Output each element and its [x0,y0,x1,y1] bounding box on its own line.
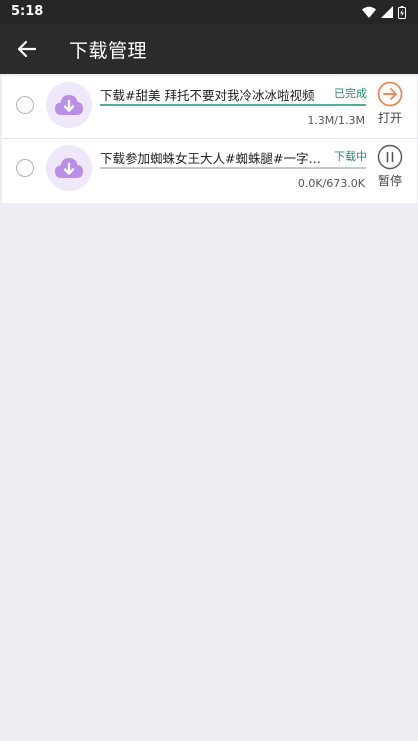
arrow-right-circle-icon [377,81,403,107]
signal-icon [381,6,393,18]
open-button-label: 打开 [377,111,402,125]
download-thumbnail [46,145,92,191]
status-bar: 5:18 [0,0,418,24]
download-list: 下载#甜美 拜托不要对我冷冰冰啦视频 已完成 1.3M/1.3M 打开 下载参加… [2,76,417,203]
download-item[interactable]: 下载参加蜘蛛女王大人#蜘蛛腿#一字马#... 下载中 0.0K/673.0K 暂… [2,139,417,203]
arrow-left-icon[interactable] [14,36,40,62]
progress-bar [100,104,366,106]
pause-circle-icon [377,144,403,170]
open-button[interactable]: 打开 [373,81,407,126]
status-badge: 已完成 [334,87,367,100]
cloud-download-icon [55,158,83,178]
pause-button[interactable]: 暂停 [373,144,407,189]
download-title: 下载参加蜘蛛女王大人#蜘蛛腿#一字马#... [100,151,322,166]
progress-fill [100,104,366,106]
cloud-download-icon [55,95,83,115]
page-title: 下载管理 [69,40,148,62]
select-checkbox[interactable] [16,96,34,114]
select-checkbox[interactable] [16,159,34,177]
file-size: 1.3M/1.3M [307,114,365,127]
progress-bar [100,167,366,169]
wifi-icon [362,6,376,18]
download-item[interactable]: 下载#甜美 拜托不要对我冷冰冰啦视频 已完成 1.3M/1.3M 打开 [2,76,417,139]
status-time: 5:18 [11,4,44,19]
file-size: 0.0K/673.0K [297,177,365,190]
download-title: 下载#甜美 拜托不要对我冷冰冰啦视频 [100,88,315,103]
status-badge: 下载中 [334,150,367,163]
app-bar: 下载管理 [0,24,418,74]
battery-icon [398,5,406,19]
pause-button-label: 暂停 [377,174,402,188]
status-icons [362,5,406,19]
download-thumbnail [46,82,92,128]
